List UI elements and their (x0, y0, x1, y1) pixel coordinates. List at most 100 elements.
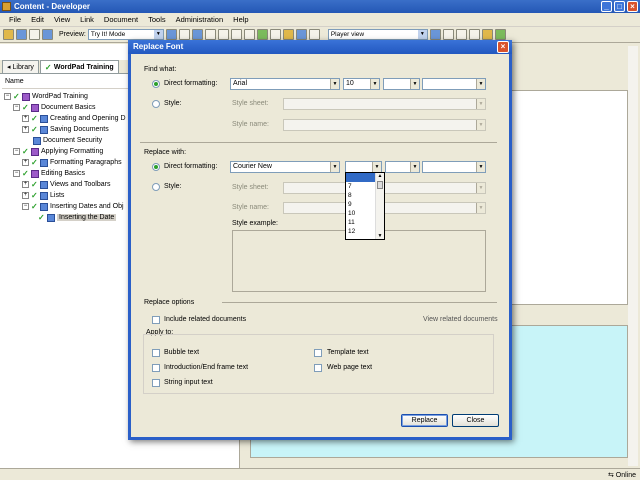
paste-icon[interactable] (204, 29, 216, 40)
menu-file[interactable]: File (4, 15, 26, 24)
chevron-down-icon: ▼ (476, 79, 485, 89)
intro-end-frame-checkbox[interactable] (152, 364, 160, 372)
delete-icon[interactable] (217, 29, 229, 40)
mode-select-value: Try It! Mode (90, 31, 126, 38)
save-icon[interactable] (16, 29, 27, 40)
redo-icon[interactable] (243, 29, 255, 40)
replace-with-heading: Replace with: (144, 149, 187, 156)
misc-icon[interactable] (308, 29, 320, 40)
collapse-icon[interactable]: − (13, 148, 20, 155)
menu-help[interactable]: Help (228, 15, 253, 24)
layout-icon[interactable] (429, 29, 441, 40)
tree-item[interactable]: − ✓ Document Basics (4, 102, 134, 113)
split-icon[interactable] (442, 29, 454, 40)
menu-administration[interactable]: Administration (171, 15, 229, 24)
string-input-checkbox[interactable] (152, 379, 160, 387)
bubble-text-checkbox[interactable] (152, 349, 160, 357)
replace-color-select[interactable]: ▼ (422, 161, 486, 173)
find-size-select[interactable]: 10 ▼ (343, 78, 380, 90)
expand-icon[interactable]: + (22, 181, 29, 188)
template-text-checkbox[interactable] (314, 349, 322, 357)
tab-wordpad-training[interactable]: ✓ WordPad Training (39, 60, 119, 73)
scroll-down-icon[interactable]: ▼ (376, 233, 384, 239)
tree-item[interactable]: + ✓ Lists (4, 190, 134, 201)
find-color-select[interactable]: ▼ (422, 78, 486, 90)
chevron-down-icon: ▼ (476, 162, 485, 172)
tree-item[interactable]: − ✓ Editing Basics (4, 168, 134, 179)
menu-view[interactable]: View (49, 15, 75, 24)
dialog-close-icon[interactable]: × (497, 41, 509, 53)
replace-button[interactable]: Replace (401, 414, 448, 427)
scroll-thumb[interactable] (377, 181, 383, 189)
menu-edit[interactable]: Edit (26, 15, 49, 24)
tree-item[interactable]: + ✓ Views and Toolbars (4, 179, 134, 190)
section-icon (31, 103, 39, 112)
player-view-select[interactable]: Player view ▼ (327, 29, 428, 40)
scroll-up-icon[interactable]: ▲ (376, 173, 384, 179)
star-icon[interactable] (282, 29, 294, 40)
include-related-checkbox[interactable] (152, 316, 160, 324)
expand-icon[interactable]: + (22, 159, 29, 166)
expand-icon[interactable]: + (22, 126, 29, 133)
menu-tools[interactable]: Tools (143, 15, 171, 24)
view-related-link[interactable]: View related documents (423, 316, 498, 323)
copy-icon[interactable] (191, 29, 203, 40)
find-style-name-select[interactable]: ▼ (283, 119, 486, 131)
find-style-sheet-select[interactable]: ▼ (283, 98, 486, 110)
print-icon[interactable] (29, 29, 40, 40)
play-icon[interactable] (165, 29, 177, 40)
replace-font-value: Courier New (233, 163, 272, 170)
tree-item[interactable]: − ✓ Applying Formatting (4, 146, 134, 157)
checkmark-icon: ✓ (31, 202, 38, 211)
dropdown-scrollbar[interactable]: ▲ ▼ (375, 173, 384, 239)
expand-icon[interactable]: + (22, 192, 29, 199)
open-icon[interactable] (3, 29, 14, 40)
properties-icon[interactable] (42, 29, 53, 40)
tree-item[interactable]: − ✓ WordPad Training (4, 91, 134, 102)
collapse-icon[interactable]: − (13, 170, 20, 177)
tree-item-selected[interactable]: ✓ Inserting the Date (4, 212, 134, 223)
grid-icon[interactable] (468, 29, 480, 40)
tree-item[interactable]: + ✓ Saving Documents (4, 124, 134, 135)
vertical-scrollbar[interactable] (628, 46, 638, 466)
tree-item-label: Lists (50, 192, 65, 199)
find-style-select[interactable]: ▼ (383, 78, 420, 90)
replace-direct-radio[interactable] (152, 163, 160, 171)
find-direct-radio[interactable] (152, 80, 160, 88)
menu-link[interactable]: Link (75, 15, 99, 24)
refresh-icon[interactable] (494, 29, 506, 40)
find-direct-label: Direct formatting: (164, 80, 218, 87)
tab-library-label: Library (12, 63, 34, 71)
link-icon[interactable] (256, 29, 268, 40)
tree-item[interactable]: − ✓ Inserting Dates and Obj (4, 201, 134, 212)
close-button[interactable]: Close (452, 414, 499, 427)
find-icon[interactable] (269, 29, 281, 40)
menu-document[interactable]: Document (99, 15, 143, 24)
collapse-icon[interactable]: − (4, 93, 11, 100)
close-window-button[interactable]: × (627, 1, 638, 12)
tree-item-label: Document Security (43, 137, 103, 144)
tab-library[interactable]: ◂ Library (2, 60, 39, 73)
web-page-text-checkbox[interactable] (314, 364, 322, 372)
replace-style-radio[interactable] (152, 183, 160, 191)
find-style-radio[interactable] (152, 100, 160, 108)
expand-icon[interactable]: + (22, 115, 29, 122)
string-input-label: String input text (164, 379, 213, 386)
undo-icon[interactable] (230, 29, 242, 40)
help-icon[interactable] (295, 29, 307, 40)
tree-item[interactable]: + ✓ Creating and Opening D (4, 113, 134, 124)
replace-style-select[interactable]: ▼ (385, 161, 420, 173)
replace-font-select[interactable]: Courier New ▼ (230, 161, 340, 173)
maximize-button[interactable]: □ (614, 1, 625, 12)
tree-item[interactable]: Document Security (4, 135, 134, 146)
mode-select[interactable]: Try It! Mode ▼ (87, 29, 164, 40)
publish-icon[interactable] (481, 29, 493, 40)
pane-icon[interactable] (455, 29, 467, 40)
find-font-select[interactable]: Arial ▼ (230, 78, 340, 90)
tree-item[interactable]: + ✓ Formatting Paragraphs (4, 157, 134, 168)
collapse-icon[interactable]: − (13, 104, 20, 111)
tree-item-label: Views and Toolbars (50, 181, 111, 188)
cut-icon[interactable] (178, 29, 190, 40)
collapse-icon[interactable]: − (22, 203, 29, 210)
minimize-button[interactable]: _ (601, 1, 612, 12)
